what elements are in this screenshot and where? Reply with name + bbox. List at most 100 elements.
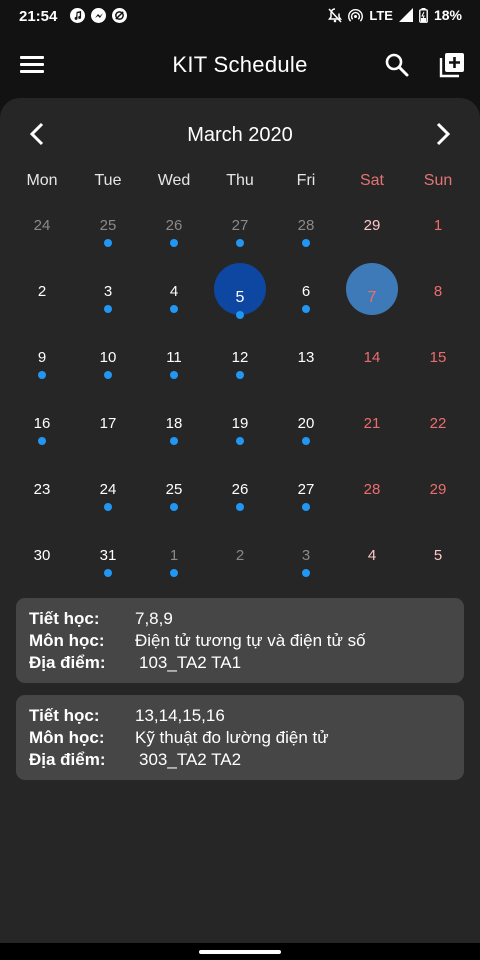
mute-icon	[328, 7, 343, 23]
day-number: 24	[33, 217, 51, 234]
calendar-day[interactable]: 3	[273, 535, 339, 601]
calendar-day-today[interactable]: 5	[207, 263, 273, 337]
battery-level: 18%	[433, 7, 462, 23]
event-card[interactable]: Tiết học: 7,8,9 Môn học: Điện tử tương tự …	[16, 598, 464, 683]
calendar-day[interactable]: 27	[273, 469, 339, 535]
weekday-label: Fri	[296, 172, 316, 189]
day-number: 20	[297, 415, 315, 432]
location-label: Địa điểm:	[29, 750, 106, 769]
calendar-day[interactable]: 1	[405, 205, 471, 271]
calendar-day[interactable]: 28	[339, 469, 405, 535]
event-dot	[104, 305, 112, 313]
calendar-day[interactable]: 11	[141, 337, 207, 403]
day-number: 28	[297, 217, 315, 234]
period-value: 13,14,15,16	[135, 706, 225, 725]
day-number: 12	[231, 349, 249, 366]
calendar-day-selected[interactable]: 7	[339, 263, 405, 337]
day-number: 19	[231, 415, 249, 432]
day-number: 3	[301, 547, 311, 564]
event-dot	[104, 371, 112, 379]
calendar-day[interactable]: 16	[9, 403, 75, 469]
calendar-day[interactable]: 3	[75, 271, 141, 337]
calendar-day[interactable]: 9	[9, 337, 75, 403]
calendar-day[interactable]: 10	[75, 337, 141, 403]
day-number: 21	[363, 415, 381, 432]
day-number: 26	[165, 217, 183, 234]
calendar-day[interactable]: 27	[207, 205, 273, 271]
day-number: 13	[297, 349, 315, 366]
location-label: Địa điểm:	[29, 653, 106, 672]
weekday-label: Sun	[423, 172, 453, 189]
calendar-day[interactable]: 20	[273, 403, 339, 469]
event-dot	[236, 437, 244, 445]
calendar-day[interactable]: 4	[339, 535, 405, 601]
search-icon[interactable]	[384, 52, 410, 78]
calendar-day[interactable]: 18	[141, 403, 207, 469]
calendar-day[interactable]: 26	[207, 469, 273, 535]
day-number: 24	[99, 481, 117, 498]
subject-label: Môn học:	[29, 631, 105, 650]
subject-value: Điện tử tương tự và điện tử số	[135, 631, 366, 650]
calendar-day[interactable]: 12	[207, 337, 273, 403]
home-gesture-handle[interactable]	[199, 950, 281, 954]
day-number: 10	[99, 349, 117, 366]
event-card[interactable]: Tiết học: 13,14,15,16 Môn học: Kỹ thuật đo…	[16, 695, 464, 780]
period-label: Tiết học:	[29, 609, 100, 628]
calendar-day[interactable]: 24	[75, 469, 141, 535]
day-number: 28	[363, 481, 381, 498]
calendar-day[interactable]: 1	[141, 535, 207, 601]
calendar-day[interactable]: 22	[405, 403, 471, 469]
day-number: 9	[37, 349, 47, 366]
day-number: 15	[429, 349, 447, 366]
calendar-day[interactable]: 29	[339, 205, 405, 271]
next-month-button[interactable]	[428, 120, 456, 148]
calendar-day[interactable]: 25	[141, 469, 207, 535]
calendar-day[interactable]: 5	[405, 535, 471, 601]
calendar-day[interactable]: 19	[207, 403, 273, 469]
location-value: 303_TA2 TA2	[139, 750, 242, 769]
day-number: 16	[33, 415, 51, 432]
music-icon	[70, 8, 85, 23]
calendar-day[interactable]: 15	[405, 337, 471, 403]
event-dot	[236, 239, 244, 247]
event-dot	[170, 437, 178, 445]
calendar-week-row: 9 10 11 12 13 14 15	[9, 337, 471, 403]
calendar-day[interactable]: 13	[273, 337, 339, 403]
calendar-day[interactable]: 29	[405, 469, 471, 535]
calendar-day[interactable]: 23	[9, 469, 75, 535]
event-dot	[104, 569, 112, 577]
calendar-day[interactable]: 6	[273, 271, 339, 337]
calendar-grid: 24 25 26 27 28 29 1 2 3 4 5 6 7 8 9 10 11 12 13 14 15 16 17 18 1…	[9, 205, 471, 601]
calendar-day[interactable]: 2	[207, 535, 273, 601]
day-number: 8	[433, 283, 443, 300]
calendar-day[interactable]: 25	[75, 205, 141, 271]
day-number: 23	[33, 481, 51, 498]
event-dot	[170, 371, 178, 379]
calendar-week-row: 16 17 18 19 20 21 22	[9, 403, 471, 469]
calendar-day[interactable]: 8	[405, 271, 471, 337]
event-dot	[104, 239, 112, 247]
calendar-header: March 2020	[0, 98, 480, 170]
calendar-day[interactable]: 21	[339, 403, 405, 469]
calendar-week-row: 2 3 4 5 6 7 8	[9, 263, 471, 337]
calendar-day[interactable]: 26	[141, 205, 207, 271]
calendar-day[interactable]: 28	[273, 205, 339, 271]
system-nav-bar	[0, 943, 480, 960]
calendar-day[interactable]: 17	[75, 403, 141, 469]
calendar-day[interactable]: 31	[75, 535, 141, 601]
calendar-day[interactable]: 30	[9, 535, 75, 601]
calendar-day[interactable]: 4	[141, 271, 207, 337]
month-title: March 2020	[187, 124, 293, 146]
subject-label: Môn học:	[29, 728, 105, 747]
day-number: 6	[301, 283, 311, 300]
calendar-day[interactable]: 2	[9, 271, 75, 337]
add-box-icon[interactable]	[439, 52, 465, 78]
day-number: 17	[99, 415, 117, 432]
calendar-day[interactable]: 24	[9, 205, 75, 271]
data-saver-icon	[112, 8, 127, 23]
calendar-day[interactable]: 14	[339, 337, 405, 403]
weekday-label: Mon	[26, 172, 58, 189]
period-value: 7,8,9	[135, 609, 173, 628]
event-dot	[38, 371, 46, 379]
event-dot	[302, 503, 310, 511]
